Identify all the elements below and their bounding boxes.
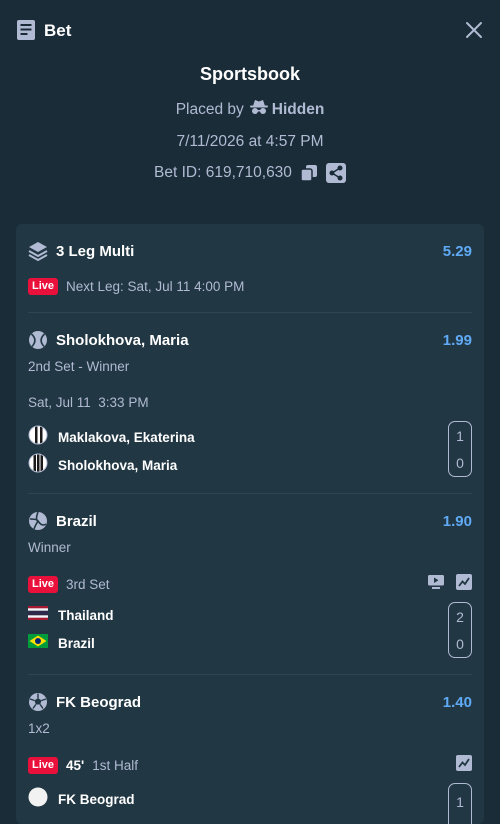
leg-market: 2nd Set - Winner [28, 359, 130, 374]
leg-odds: 1.99 [442, 331, 472, 349]
score: 1 [456, 427, 464, 444]
team-name: Maklakova, Ekaterina [58, 430, 195, 445]
team-name: Thailand [58, 608, 114, 623]
stats-chart-icon[interactable] [456, 574, 472, 595]
placed-by: Placed by Hidden [0, 99, 500, 120]
placed-by-user: Hidden [271, 100, 325, 118]
multi-title: 3 Leg Multi [56, 242, 135, 260]
leg-header[interactable]: Sholokhova, Maria 1.99 [28, 330, 472, 350]
share-icon[interactable] [325, 163, 346, 183]
stats-chart-icon[interactable] [456, 755, 472, 776]
team-row: Maklakova, Ekaterina [28, 425, 472, 450]
scoreboard: 1 0 [448, 421, 472, 477]
team-row: Brazil [28, 634, 472, 653]
leg-actions [428, 574, 472, 595]
score: 0 [456, 454, 464, 471]
team-name: Sholokhova, Maria [58, 458, 178, 473]
next-leg-text: Next Leg: Sat, Jul 11 4:00 PM [66, 279, 245, 294]
leg-header[interactable]: FK Beograd 1.40 [28, 692, 472, 712]
scoreboard: 1 [448, 783, 472, 824]
layers-icon [28, 241, 48, 261]
match-clock: 45' [66, 758, 85, 773]
scoreboard: 2 0 [448, 602, 472, 658]
receipt-icon [16, 20, 36, 45]
leg-market: Winner [28, 540, 71, 555]
bet-modal-header: Bet [0, 0, 500, 60]
bet-id-row: Bet ID: 619,710,630 [0, 163, 500, 183]
leg-odds: 1.40 [442, 693, 472, 711]
team-row: FK Beograd [28, 787, 472, 812]
team-row: Thailand [28, 606, 472, 625]
incognito-icon [249, 99, 268, 120]
leg-actions [456, 755, 472, 776]
copy-icon[interactable] [300, 164, 318, 182]
live-stream-icon[interactable] [428, 575, 444, 594]
score: 2 [456, 608, 464, 625]
multi-header: 3 Leg Multi 5.29 [28, 241, 472, 261]
leg-header[interactable]: Brazil 1.90 [28, 511, 472, 531]
leg-market: 1x2 [28, 721, 50, 736]
hidden-user: Hidden [249, 99, 325, 120]
leg-market-row: 1x2 [28, 721, 472, 736]
tennis-icon [28, 330, 48, 350]
leg-status-row: Live 45' 1st Half [28, 755, 472, 776]
live-badge: Live [28, 576, 59, 593]
team-jersey-icon [28, 453, 48, 478]
thailand-flag-icon [28, 606, 48, 625]
multi-odds: 5.29 [442, 242, 472, 260]
volleyball-icon [28, 511, 48, 531]
leg-start-time: Sat, Jul 11 3:33 PM [28, 395, 149, 410]
modal-title: Bet [44, 21, 72, 40]
bet-id: Bet ID: 619,710,630 [154, 164, 292, 181]
divider [28, 312, 472, 313]
close-icon[interactable] [464, 20, 484, 45]
leg-status-row: Live 3rd Set [28, 574, 472, 595]
brazil-flag-icon [28, 634, 48, 653]
soccer-icon [28, 692, 48, 712]
leg-status: 3rd Set [66, 577, 110, 592]
leg-market-row: Winner [28, 540, 472, 555]
bet-card: 3 Leg Multi 5.29 Live Next Leg: Sat, Jul… [16, 224, 484, 824]
live-badge: Live [28, 278, 59, 295]
team-name: FK Beograd [58, 792, 135, 807]
leg-selection: FK Beograd [56, 693, 142, 711]
score: 1 [456, 793, 464, 810]
leg-selection: Brazil [56, 512, 97, 530]
leg-selection: Sholokhova, Maria [56, 331, 189, 349]
bet-datetime: 7/11/2026 at 4:57 PM [176, 133, 324, 150]
next-leg-row: Live Next Leg: Sat, Jul 11 4:00 PM [28, 278, 472, 295]
divider [28, 674, 472, 675]
team-name: Brazil [58, 636, 95, 651]
divider [28, 493, 472, 494]
team-crest-icon [28, 787, 48, 812]
leg-time-row: Sat, Jul 11 3:33 PM [28, 395, 472, 410]
score: 0 [456, 635, 464, 652]
leg-market-row: 2nd Set - Winner [28, 359, 472, 374]
leg-status: 1st Half [92, 758, 139, 773]
bet-source: Sportsbook [199, 64, 300, 84]
team-jersey-icon [28, 425, 48, 450]
live-badge: Live [28, 757, 59, 774]
team-row: Sholokhova, Maria [28, 453, 472, 478]
leg-odds: 1.90 [442, 512, 472, 530]
placed-by-label: Placed by [175, 100, 244, 118]
